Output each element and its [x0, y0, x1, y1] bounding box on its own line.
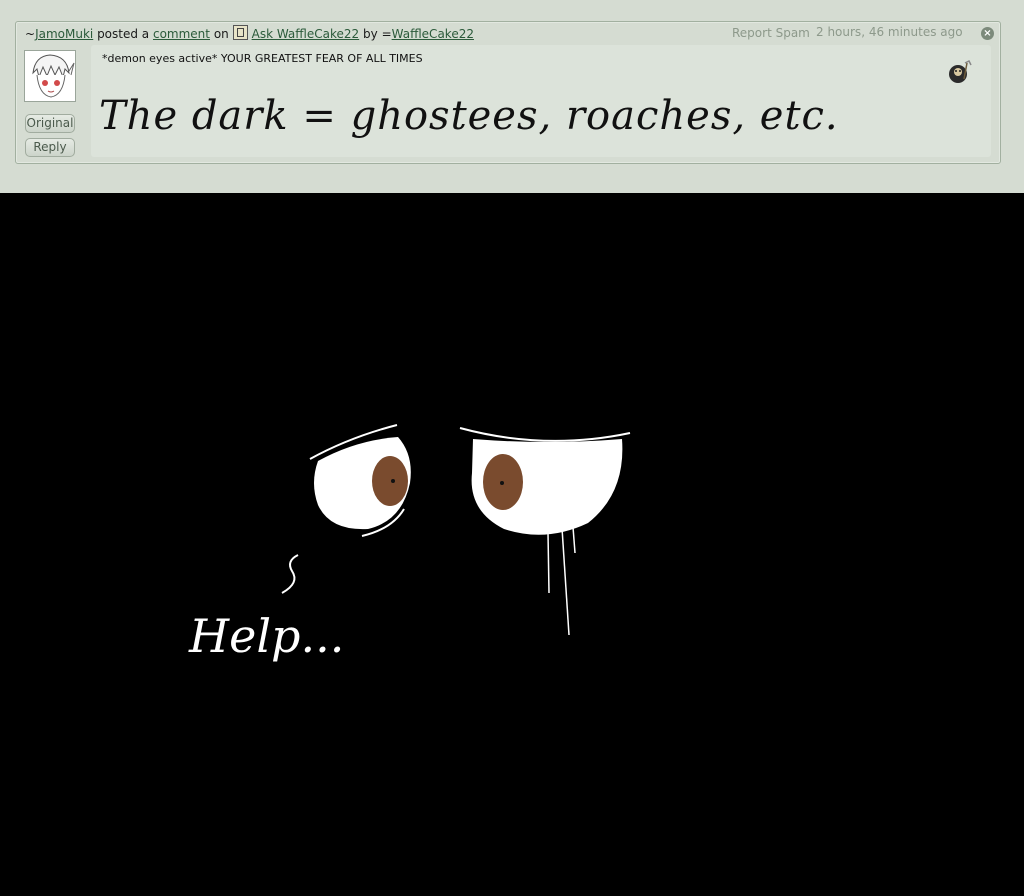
comment-badge-icon	[949, 59, 972, 83]
comment-link[interactable]: comment	[153, 27, 210, 41]
drip-3	[572, 526, 576, 554]
sweat-squiggle	[281, 554, 299, 594]
avatar-image	[25, 51, 75, 101]
comment-body: *demon eyes active* YOUR GREATEST FEAR O…	[91, 45, 991, 157]
artist-link[interactable]: WaffleCake22	[392, 27, 474, 41]
help-text: Help...	[189, 609, 345, 663]
comment-box: ~JamoMuki posted a comment on Ask Waffle…	[15, 21, 1001, 164]
right-pupil	[500, 481, 504, 485]
drip-2	[561, 527, 570, 636]
reply-button[interactable]: Reply	[25, 138, 75, 157]
left-iris	[372, 456, 408, 506]
left-pupil	[391, 479, 395, 483]
report-spam-link[interactable]: Report Spam	[732, 26, 810, 40]
avatar[interactable]	[24, 50, 76, 102]
right-eyebrow	[459, 427, 631, 442]
deviation-link[interactable]: Ask WaffleCake22	[252, 27, 360, 41]
dark-drawing	[281, 424, 631, 636]
comment-text: *demon eyes active* YOUR GREATEST FEAR O…	[102, 52, 423, 65]
comment-area: ~JamoMuki posted a comment on Ask Waffle…	[0, 0, 1024, 193]
author-prefix: ~	[25, 27, 36, 41]
author-link[interactable]: JamoMuki	[35, 27, 93, 41]
original-button[interactable]: Original	[25, 114, 75, 133]
on-text: on	[213, 27, 229, 41]
posted-text: posted a	[97, 27, 150, 41]
timestamp: 2 hours, 46 minutes ago	[816, 25, 963, 39]
by-text: by	[363, 27, 378, 41]
drip-1	[547, 532, 550, 594]
gallery-icon	[232, 25, 248, 40]
handwritten-answer: The dark = ghostees, roaches, etc.	[99, 93, 839, 139]
artist-prefix: =	[381, 27, 392, 41]
close-icon[interactable]: ×	[981, 27, 994, 40]
comment-header: ~JamoMuki posted a comment on Ask Waffle…	[25, 25, 474, 41]
